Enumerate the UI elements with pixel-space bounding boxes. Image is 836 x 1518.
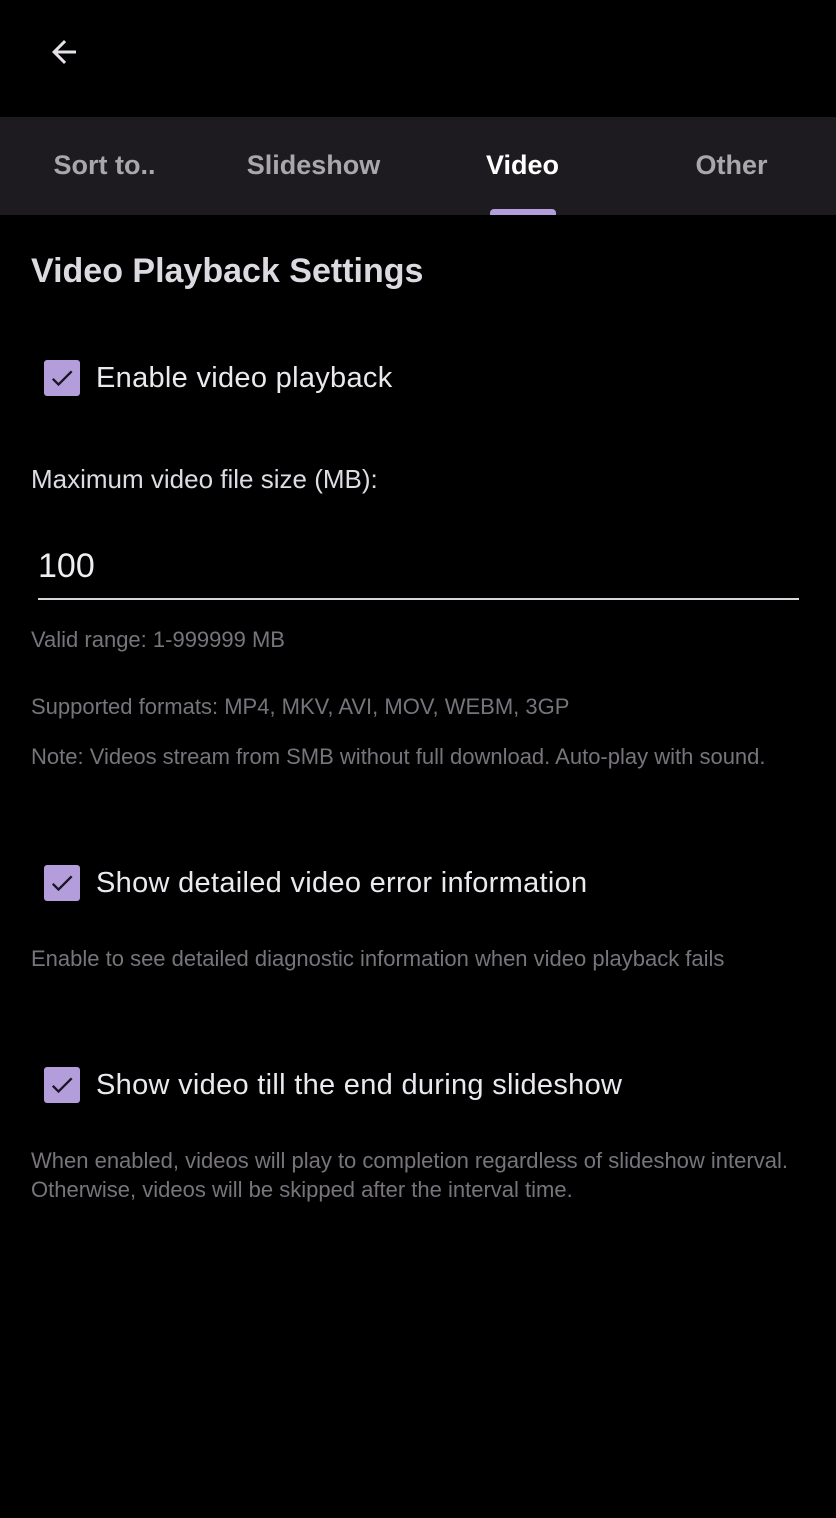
checkbox-box[interactable] bbox=[44, 1067, 80, 1103]
tab-video[interactable]: Video bbox=[418, 117, 627, 215]
checkbox-box[interactable] bbox=[44, 360, 80, 396]
checkbox-box[interactable] bbox=[44, 865, 80, 901]
play-till-end-checkbox[interactable]: Show video till the end during slideshow bbox=[44, 1067, 622, 1103]
tab-label: Slideshow bbox=[246, 149, 381, 180]
play-till-end-hint: When enabled, videos will play to comple… bbox=[31, 1148, 788, 1202]
back-button[interactable] bbox=[34, 22, 94, 82]
detailed-errors-hint: Enable to see detailed diagnostic inform… bbox=[31, 946, 725, 971]
tab-slideshow[interactable]: Slideshow bbox=[209, 117, 418, 215]
checkbox-label: Show detailed video error information bbox=[96, 866, 588, 899]
detailed-errors-checkbox[interactable]: Show detailed video error information bbox=[44, 865, 587, 901]
valid-range-hint: Valid range: 1-999999 MB bbox=[31, 627, 285, 652]
top-app-bar bbox=[0, 0, 836, 117]
tab-other[interactable]: Other bbox=[627, 117, 836, 215]
checkbox-label: Enable video playback bbox=[96, 361, 393, 394]
tab-sort-to[interactable]: Sort to.. bbox=[0, 117, 209, 215]
section-title: Video Playback Settings bbox=[31, 252, 424, 290]
enable-video-playback-checkbox[interactable]: Enable video playback bbox=[44, 360, 393, 396]
checkbox-label: Show video till the end during slideshow bbox=[96, 1068, 623, 1101]
max-file-size-field bbox=[38, 538, 799, 600]
tab-label: Other bbox=[695, 149, 768, 180]
streaming-note-text: Note: Videos stream from SMB without ful… bbox=[31, 744, 766, 769]
check-icon bbox=[51, 1077, 73, 1094]
arrow-left-icon bbox=[52, 40, 76, 64]
max-file-size-input[interactable] bbox=[38, 538, 799, 594]
check-icon bbox=[51, 875, 73, 892]
tab-label: Video bbox=[485, 149, 560, 180]
tab-bar: Sort to.. Slideshow Video Other bbox=[0, 117, 836, 215]
supported-formats-text: Supported formats: MP4, MKV, AVI, MOV, W… bbox=[31, 694, 570, 719]
max-file-size-label: Maximum video file size (MB): bbox=[31, 464, 378, 494]
tab-label: Sort to.. bbox=[53, 149, 156, 180]
tab-active-indicator bbox=[489, 209, 556, 215]
check-icon bbox=[51, 370, 73, 387]
